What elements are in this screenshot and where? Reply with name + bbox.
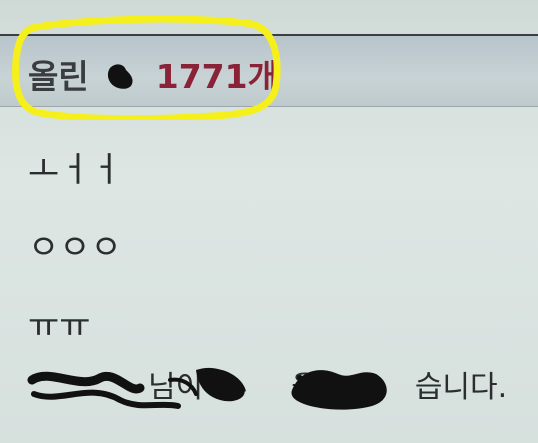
notice-line: 님이 을 습니다. <box>28 362 507 406</box>
message-item: ㅇㅇㅇ <box>28 228 122 268</box>
notice-fragment: 을 <box>291 370 319 405</box>
header-label: 올린 <box>28 57 89 96</box>
notice-fragment: 습니다. <box>414 370 508 405</box>
message-item: ㅗㅓㅓ <box>28 150 122 190</box>
redaction-scribble <box>108 64 133 89</box>
post-count: 1771개 <box>155 57 278 96</box>
notice-fragment: 님이 <box>148 370 204 405</box>
screen: 올린 1771개 ㅗㅓㅓ ㅇㅇㅇ ㅠㅠ 님이 을 습니다. <box>0 0 538 443</box>
post-count-header: 올린 1771개 <box>28 50 278 98</box>
message-list: ㅗㅓㅓ ㅇㅇㅇ ㅠㅠ <box>28 140 528 374</box>
